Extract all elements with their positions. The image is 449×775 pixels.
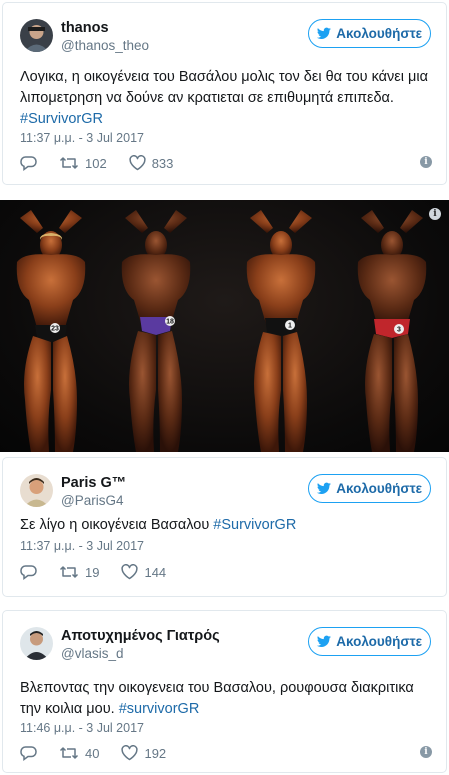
like-button[interactable]: 192 bbox=[121, 745, 166, 761]
twitter-bird-icon bbox=[317, 482, 332, 494]
retweet-count: 40 bbox=[85, 745, 100, 761]
twitter-bird-icon bbox=[317, 635, 332, 647]
photo-illustration: 23 18 1 3 bbox=[16, 210, 427, 452]
reply-button[interactable] bbox=[20, 745, 37, 761]
follow-button[interactable]: Ακολουθήστε bbox=[308, 627, 431, 656]
reply-icon bbox=[20, 156, 37, 171]
heart-icon bbox=[121, 564, 139, 580]
bodybuilder-figure bbox=[121, 210, 191, 452]
reply-icon bbox=[20, 565, 37, 580]
tweet-actions: 40 192 i bbox=[20, 744, 432, 762]
trunk-number: 1 bbox=[288, 323, 292, 330]
like-button[interactable]: 144 bbox=[121, 564, 166, 580]
heart-icon bbox=[129, 155, 146, 171]
tweet-text-line: λιπομετρηση να δούνε αν κρατιεται σε επι… bbox=[20, 90, 394, 106]
retweet-count: 19 bbox=[85, 564, 100, 580]
retweet-count: 102 bbox=[85, 155, 107, 171]
tweet-actions: 19 144 bbox=[20, 563, 432, 581]
avatar[interactable] bbox=[20, 474, 53, 507]
user-handle[interactable]: @vlasis_d bbox=[61, 646, 123, 661]
user-name[interactable]: Paris G™ bbox=[61, 475, 126, 491]
reply-button[interactable] bbox=[20, 155, 37, 171]
user-handle[interactable]: @ParisG4 bbox=[61, 493, 123, 508]
tweet-timestamp[interactable]: 11:46 μ.μ. - 3 Jul 2017 bbox=[20, 721, 144, 735]
follow-button[interactable]: Ακολουθήστε bbox=[308, 19, 431, 48]
follow-label: Ακολουθήστε bbox=[336, 634, 422, 649]
reply-button[interactable] bbox=[20, 564, 37, 580]
follow-button[interactable]: Ακολουθήστε bbox=[308, 474, 431, 503]
heart-icon bbox=[121, 745, 139, 761]
tweet-text: Λογικα, η οικογένεια του Βασάλου μολις τ… bbox=[20, 67, 432, 130]
retweet-button[interactable]: 19 bbox=[59, 564, 99, 580]
bodybuilders-photo: 23 18 1 3 i bbox=[0, 200, 449, 452]
user-name[interactable]: thanos bbox=[61, 20, 109, 36]
like-count: 144 bbox=[144, 564, 167, 580]
retweet-icon bbox=[59, 157, 79, 169]
bodybuilder-figure bbox=[246, 210, 316, 452]
tweet-timestamp[interactable]: 11:37 μ.μ. - 3 Jul 2017 bbox=[20, 131, 144, 145]
reply-icon bbox=[20, 746, 37, 761]
hashtag-link[interactable]: #SurvivorGR bbox=[213, 517, 296, 533]
tweet-timestamp[interactable]: 11:37 μ.μ. - 3 Jul 2017 bbox=[20, 539, 144, 553]
tweet-card-parisg: Paris G™ @ParisG4 Ακολουθήστε Σε λίγο η … bbox=[2, 457, 447, 597]
avatar[interactable] bbox=[20, 19, 53, 52]
info-icon[interactable]: i bbox=[420, 156, 432, 168]
follow-label: Ακολουθήστε bbox=[336, 481, 422, 496]
avatar[interactable] bbox=[20, 627, 53, 660]
tweet-text-line: Σε λίγο η οικογένεια Βασαλου bbox=[20, 517, 214, 533]
trunk-number: 18 bbox=[166, 319, 174, 326]
like-count: 192 bbox=[144, 745, 167, 761]
tweet-text-line: Λογικα, η οικογένεια του Βασάλου μολις τ… bbox=[20, 69, 428, 85]
tweet-text: Σε λίγο η οικογένεια Βασαλου #SurvivorGR bbox=[20, 515, 432, 536]
follow-label: Ακολουθήστε bbox=[336, 26, 422, 41]
info-icon[interactable]: i bbox=[429, 208, 441, 220]
trunk-number: 3 bbox=[397, 327, 401, 334]
tweet-text: Βλεποντας την οικογενεια του Βασαλου, ρο… bbox=[20, 678, 432, 720]
info-icon[interactable]: i bbox=[420, 746, 432, 758]
retweet-icon bbox=[59, 566, 79, 578]
tweet-card-thanos: thanos @thanos_theo Ακολουθήστε Λογικα, … bbox=[2, 2, 447, 185]
like-button[interactable]: 833 bbox=[129, 155, 174, 171]
retweet-button[interactable]: 102 bbox=[59, 155, 107, 171]
like-count: 833 bbox=[151, 155, 174, 171]
retweet-icon bbox=[59, 747, 79, 759]
hashtag-link[interactable]: #survivorGR bbox=[119, 701, 200, 717]
user-handle[interactable]: @thanos_theo bbox=[61, 38, 149, 53]
user-name[interactable]: Αποτυχημένος Γιατρός bbox=[61, 628, 220, 644]
bodybuilder-figure bbox=[357, 210, 427, 452]
hashtag-link[interactable]: #SurvivorGR bbox=[20, 109, 432, 130]
tweet-card-vlasis: Αποτυχημένος Γιατρός @vlasis_d Ακολουθήσ… bbox=[2, 610, 447, 773]
twitter-bird-icon bbox=[317, 27, 332, 39]
trunk-number: 23 bbox=[51, 326, 59, 333]
tweet-text-line: Βλεποντας την οικογενεια του Βασαλου, ρο… bbox=[20, 680, 414, 696]
tweet-actions: 102 833 i bbox=[20, 154, 432, 172]
retweet-button[interactable]: 40 bbox=[59, 745, 99, 761]
tweet-text-line: την κοιλια μου. bbox=[20, 701, 119, 717]
